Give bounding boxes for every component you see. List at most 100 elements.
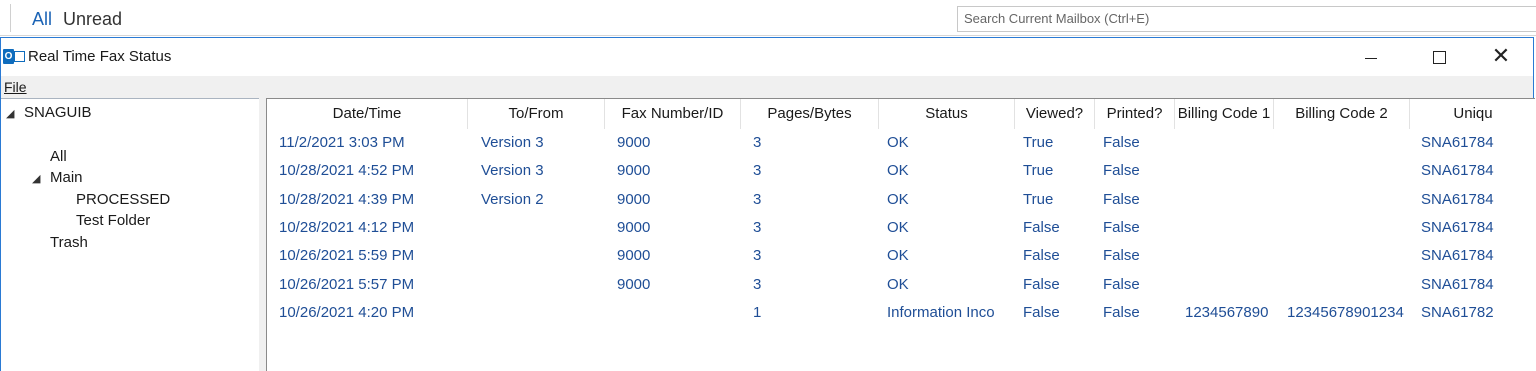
column-header[interactable]: Date/Time (267, 99, 468, 129)
table-cell: False (1023, 218, 1060, 236)
table-cell: OK (887, 275, 909, 293)
column-header[interactable]: Pages/Bytes (741, 99, 879, 129)
table-cell: 3 (753, 190, 762, 208)
table-cell (1275, 186, 1404, 214)
table-cell: 9000 (617, 275, 651, 293)
table-cell: 1 (753, 303, 762, 321)
menu-file-label: File (4, 79, 27, 95)
table-cell (469, 242, 599, 270)
tree-item-main[interactable]: Main (50, 169, 83, 186)
table-cell: SNA61784 (1421, 275, 1494, 293)
table-cell: True (1023, 162, 1054, 180)
close-button[interactable]: ✕ (1471, 38, 1531, 76)
table-cell (469, 214, 599, 242)
tree-item-processed[interactable]: PROCESSED (76, 191, 170, 208)
tree-item-test-folder[interactable]: Test Folder (76, 212, 150, 229)
table-cell: SNA61784 (1421, 247, 1494, 265)
search-input[interactable]: Search Current Mailbox (Ctrl+E) (957, 6, 1536, 32)
table-cell (605, 299, 735, 327)
table-cell: 10/28/2021 4:12 PM (279, 218, 415, 236)
table-cell (1173, 129, 1268, 157)
table-cell (1275, 129, 1404, 157)
table-cell (1173, 186, 1268, 214)
table-cell (1173, 242, 1268, 270)
column-header-row: Date/Time To/From Fax Number/ID Pages/Bytes… (267, 99, 1535, 129)
table-cell: 10/26/2021 5:57 PM (279, 275, 415, 293)
table-cell: 3 (753, 134, 762, 151)
table-cell: 3 (753, 162, 762, 180)
table-cell: OK (887, 218, 909, 236)
table-cell: 9000 (617, 190, 651, 208)
fax-status-window: O Real Time Fax Status ✕ File ◢ SNAGUIB … (0, 37, 1535, 371)
table-cell (1173, 271, 1268, 299)
table-cell: 3 (753, 275, 762, 293)
column-header[interactable]: Status (879, 99, 1015, 129)
table-cell: 10/26/2021 5:59 PM (279, 247, 415, 265)
table-cell (1275, 214, 1404, 242)
table-row[interactable]: 10/26/2021 4:20 PM 1 Information Inco False… (267, 299, 1535, 327)
filter-all-tab[interactable]: All (32, 9, 52, 30)
expand-toggle-icon[interactable]: ◢ (6, 107, 14, 120)
table-row[interactable]: 10/28/2021 4:12 PM 9000 3 OK False False SNA61… (267, 214, 1535, 242)
envelope-icon (14, 51, 25, 62)
table-cell: OK (887, 247, 909, 265)
table-cell: 9000 (617, 162, 651, 180)
folder-tree: ◢ SNAGUIB All ◢ Main PROCESSED Test Fold… (1, 98, 259, 371)
minimize-icon (1365, 57, 1377, 59)
table-cell: OK (887, 134, 909, 151)
table-cell: False (1023, 303, 1060, 321)
pane-splitter[interactable] (259, 98, 266, 371)
maximize-button[interactable] (1409, 38, 1469, 76)
minimize-button[interactable] (1341, 38, 1401, 76)
table-cell: False (1023, 247, 1060, 265)
menu-bar: File (1, 76, 1533, 98)
column-header[interactable]: To/From (468, 99, 605, 129)
outlook-filter-bar: All Unread Search Current Mailbox (Ctrl+… (0, 0, 1536, 36)
table-cell: Version 2 (481, 190, 544, 208)
table-row[interactable]: 10/28/2021 4:39 PM Version 2 9000 3 OK True Fa… (267, 186, 1535, 214)
table-cell: 10/28/2021 4:52 PM (279, 162, 415, 180)
table-cell: 3 (753, 218, 762, 236)
table-cell (1275, 242, 1404, 270)
table-cell: False (1103, 303, 1140, 321)
table-cell: SNA61784 (1421, 162, 1494, 180)
menu-file[interactable]: File (4, 79, 27, 95)
tree-item-all[interactable]: All (50, 148, 67, 165)
tree-item-snaguib[interactable]: SNAGUIB (24, 104, 92, 121)
column-header[interactable]: Viewed? (1015, 99, 1095, 129)
window-title: Real Time Fax Status (28, 48, 172, 65)
table-cell: 10/28/2021 4:39 PM (279, 190, 415, 208)
expand-toggle-icon[interactable]: ◢ (32, 172, 40, 185)
table-cell: False (1023, 275, 1060, 293)
table-cell (1275, 271, 1404, 299)
table-cell (1173, 157, 1268, 185)
table-cell: 9000 (617, 247, 651, 265)
table-row[interactable]: 10/28/2021 4:52 PM Version 3 9000 3 OK True Fa… (267, 157, 1535, 185)
table-cell: 3 (753, 247, 762, 265)
column-header[interactable]: Printed? (1095, 99, 1175, 129)
table-cell: Version 3 (481, 134, 544, 151)
table-row[interactable]: 11/2/2021 3:03 PM Version 3 9000 3 OK True Fal… (267, 129, 1535, 157)
column-header[interactable]: Billing Code 1 (1175, 99, 1274, 129)
table-cell: 12345678901234 (1185, 303, 1268, 321)
column-header[interactable]: Uniqu (1410, 99, 1535, 129)
table-cell: False (1103, 275, 1140, 293)
title-bar[interactable]: O Real Time Fax Status ✕ (1, 38, 1533, 76)
table-cell: False (1103, 190, 1140, 208)
table-cell: Version 3 (481, 162, 544, 180)
tree-item-trash[interactable]: Trash (50, 234, 88, 251)
table-cell: Information Inco (887, 303, 995, 321)
table-row[interactable]: 10/26/2021 5:57 PM 9000 3 OK False False SNA61… (267, 271, 1535, 299)
outlook-icon-letter: O (3, 49, 14, 64)
filter-unread-tab[interactable]: Unread (63, 9, 122, 30)
table-cell (1275, 157, 1404, 185)
table-cell: 9000 (617, 218, 651, 236)
table-row[interactable]: 10/26/2021 5:59 PM 9000 3 OK False False SNA61… (267, 242, 1535, 270)
table-cell: 11/2/2021 3:03 PM (279, 134, 405, 151)
column-header[interactable]: Billing Code 2 (1274, 99, 1410, 129)
table-cell: False (1103, 247, 1140, 265)
table-cell (469, 271, 599, 299)
maximize-icon (1432, 50, 1446, 64)
column-header[interactable]: Fax Number/ID (605, 99, 741, 129)
table-cell: 9000 (617, 134, 651, 151)
